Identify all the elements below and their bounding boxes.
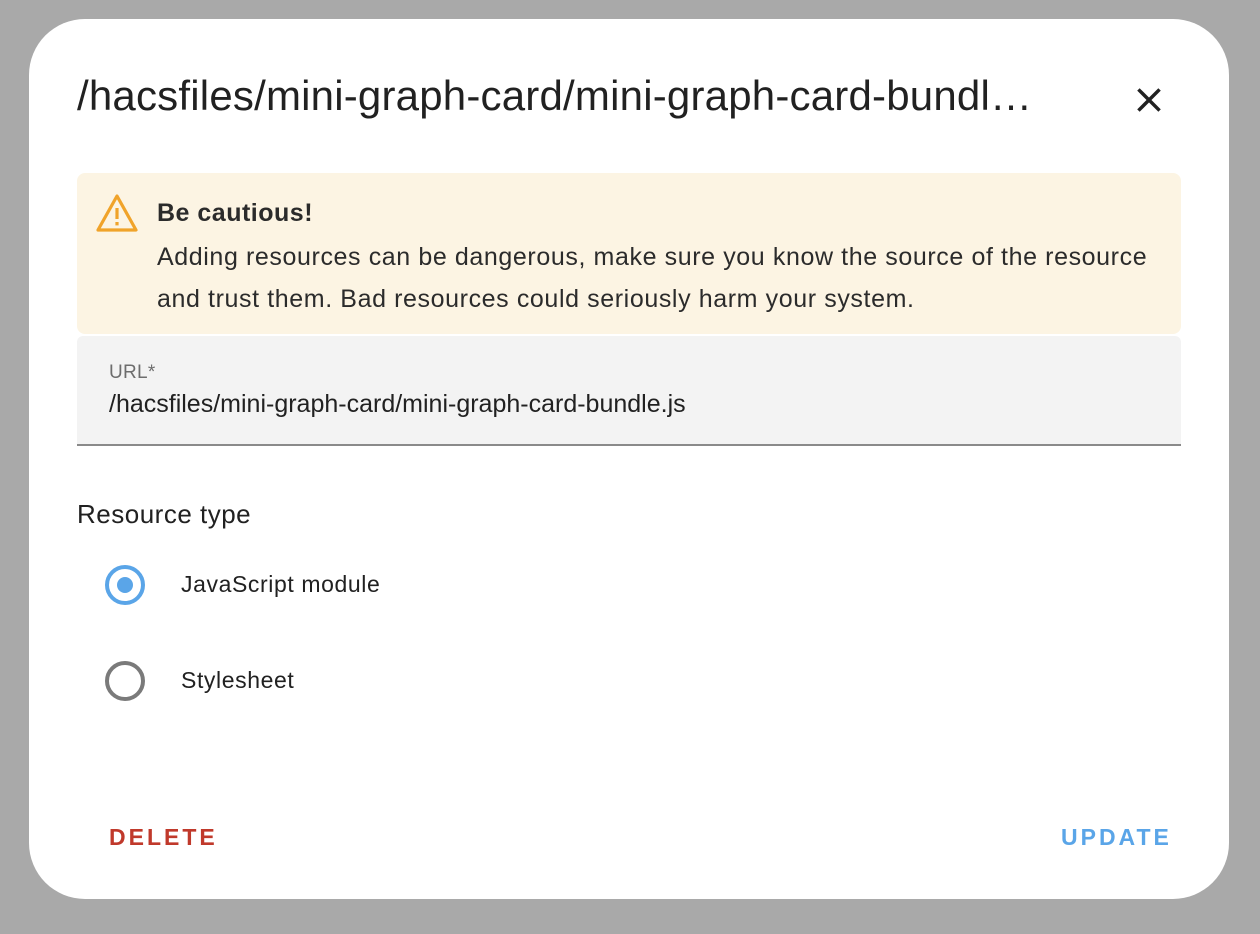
radio-label-javascript-module: JavaScript module [181,571,381,597]
dialog-header: /hacsfiles/mini-graph-card/mini-graph-ca… [77,69,1177,129]
alert-message: Adding resources can be dangerous, make … [157,243,1148,313]
resource-type-label: Resource type [77,499,252,529]
radio-unchecked-icon[interactable] [105,661,145,701]
url-field[interactable]: URL* [77,336,1181,446]
radio-stylesheet[interactable]: Stylesheet [97,651,597,711]
alert-title: Be cautious! [157,199,314,227]
radio-label-stylesheet: Stylesheet [181,667,295,693]
delete-button[interactable]: DELETE [109,824,218,851]
close-button[interactable] [1125,76,1173,124]
update-button[interactable]: UPDATE [1061,824,1172,851]
radio-javascript-module[interactable]: JavaScript module [97,555,597,615]
url-field-label: URL* [109,362,156,383]
warning-alert: Be cautious! Adding resources can be dan… [77,173,1181,334]
radio-checked-icon[interactable] [105,565,145,605]
dialog-title: /hacsfiles/mini-graph-card/mini-graph-ca… [77,72,1033,119]
close-icon [1137,88,1161,112]
resource-dialog: /hacsfiles/mini-graph-card/mini-graph-ca… [29,19,1229,899]
url-input[interactable] [109,390,1139,419]
warning-icon [96,194,138,232]
radio-dot [117,577,133,593]
